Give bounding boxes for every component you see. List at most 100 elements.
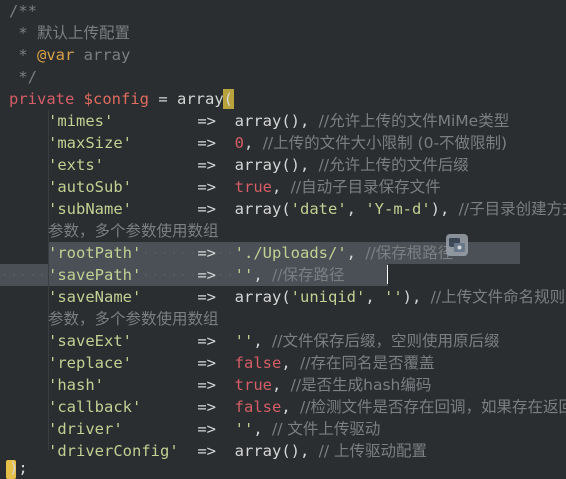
config-key: 'driverConfig'	[48, 442, 179, 460]
config-entry: 'driverConfig' => array(), // 上传驱动配置	[48, 440, 427, 462]
wrapped-comment-line: 参数，多个参数使用数组	[48, 308, 219, 330]
key-padding	[132, 178, 197, 196]
key-padding	[141, 398, 197, 416]
key-padding	[113, 112, 197, 130]
config-value: array(	[234, 200, 291, 218]
config-value: array(	[234, 288, 291, 306]
doc-comment-open: /**	[9, 2, 37, 20]
config-key: 'savePath'	[48, 266, 142, 284]
config-entry: 'exts' => array(), //允许上传的文件后缀	[48, 154, 469, 176]
translate-icon[interactable]	[446, 234, 468, 256]
config-entry: 'saveExt' => '', //文件保存后缀，空则使用原后缀	[48, 330, 499, 352]
config-value: false	[234, 354, 282, 372]
config-entry: 'driver' => '', // 文件上传驱动	[48, 418, 380, 440]
key-padding	[104, 376, 197, 394]
config-key: 'mimes'	[48, 112, 114, 130]
config-value: array(),	[234, 112, 319, 130]
key-padding	[104, 156, 197, 174]
arrow-op: =>	[197, 178, 216, 196]
arrow-padding	[216, 134, 235, 152]
inline-comment: //存在同名是否覆盖	[300, 354, 435, 372]
inline-comment: //子目录创建方式，[0]-函数名，[1]-	[458, 200, 566, 218]
config-value: array(),	[234, 156, 319, 174]
key-padding	[132, 134, 197, 152]
code-editor[interactable]: /** * 默认上传配置 * @var array */ private $co…	[0, 0, 566, 479]
config-value: array(),	[234, 442, 319, 460]
arrow-padding	[216, 112, 235, 130]
value-suffix: ),	[402, 288, 431, 306]
config-value: './Uploads/'	[234, 244, 347, 262]
config-entry: 'mimes' => array(), //允许上传的文件MiMe类型	[48, 110, 509, 132]
key-padding: ······	[141, 266, 198, 284]
arrow-padding	[216, 442, 235, 460]
declaration-line: private $config = array(	[9, 88, 235, 110]
inline-comment: // 上传驱动配置	[318, 442, 428, 460]
inline-comment: //是否生成hash编码	[290, 376, 432, 394]
key-padding: ······	[141, 244, 198, 262]
config-value: true	[234, 178, 272, 196]
variable-name: $config	[83, 90, 149, 108]
arrow-padding	[216, 200, 235, 218]
text-cursor	[387, 265, 388, 284]
arrow-padding: ··	[216, 266, 235, 284]
arrow-op: =>	[197, 266, 216, 284]
string-arg: 'uniqid'	[290, 288, 366, 306]
arrow-op: =>	[197, 420, 216, 438]
arrow-padding	[216, 332, 235, 350]
config-value: ''	[234, 332, 254, 350]
arrow-padding	[216, 288, 235, 306]
doc-space	[74, 46, 83, 64]
config-value: 0	[234, 134, 245, 152]
modifier-keyword: private	[9, 90, 75, 108]
inline-comment: // 文件上传驱动	[272, 420, 381, 438]
inline-comment: //上传文件命名规则，[0]-函数名，[1]-	[430, 288, 566, 306]
config-entry: 'subName' => array('date', 'Y-m-d'), //子…	[48, 198, 566, 220]
wrapped-comment: 参数，多个参数使用数组	[48, 310, 219, 328]
string-arg: 'date'	[290, 200, 347, 218]
closing-text: );	[9, 459, 28, 477]
arrow-op: =>	[197, 244, 216, 262]
config-entry: 'autoSub' => true, //自动子目录保存文件	[48, 176, 441, 198]
config-value: true	[234, 376, 272, 394]
arrow-padding: ··	[216, 244, 235, 262]
inline-comment: //自动子目录保存文件	[290, 178, 441, 196]
array-func: array	[177, 90, 224, 108]
config-key: 'callback'	[48, 398, 142, 416]
value-suffix: ,	[281, 354, 301, 372]
value-suffix: ,	[253, 420, 272, 438]
arrow-op: =>	[197, 288, 216, 306]
config-entry: 'replace' => false, //存在同名是否覆盖	[48, 352, 434, 374]
arrow-padding	[216, 420, 235, 438]
arrow-op: =>	[197, 134, 216, 152]
config-entry: 'hash' => true, //是否生成hash编码	[48, 374, 431, 396]
doc-star: *	[9, 46, 37, 64]
arg-sep: ,	[365, 288, 384, 306]
value-suffix: ,	[281, 398, 301, 416]
arrow-padding	[216, 398, 235, 416]
inline-comment: //保存根路径	[365, 244, 454, 262]
value-suffix: ,	[272, 376, 291, 394]
arrow-padding	[216, 178, 235, 196]
arrow-op: =>	[197, 200, 216, 218]
key-padding	[123, 420, 198, 438]
config-key: 'replace'	[48, 354, 132, 372]
inline-comment: //允许上传的文件后缀	[318, 156, 469, 174]
config-entry: 'rootPath'······=>··'./Uploads/', //保存根路…	[48, 242, 453, 264]
string-arg: 'Y-m-d'	[365, 200, 431, 218]
matched-paren: (	[222, 89, 235, 109]
config-value: ''	[234, 266, 254, 284]
config-entry: 'savePath'······=>··'', //保存路径	[48, 264, 344, 286]
inline-comment: //允许上传的文件MiMe类型	[318, 112, 510, 130]
assign-op: =	[149, 90, 177, 108]
doc-comment-text: * 默认上传配置	[9, 24, 130, 42]
config-value: ''	[234, 420, 254, 438]
arrow-padding	[216, 156, 235, 174]
doc-tag: @var	[37, 46, 75, 64]
config-entry: 'saveName' => array('uniqid', ''), //上传文…	[48, 286, 566, 308]
arrow-op: =>	[197, 156, 216, 174]
inline-comment: //文件保存后缀，空则使用原后缀	[272, 332, 500, 350]
inline-comment: //检测文件是否存在回调，如果存在返回文件信息数组	[300, 398, 566, 416]
config-value: false	[234, 398, 282, 416]
doc-comment-line: * 默认上传配置	[9, 22, 130, 44]
